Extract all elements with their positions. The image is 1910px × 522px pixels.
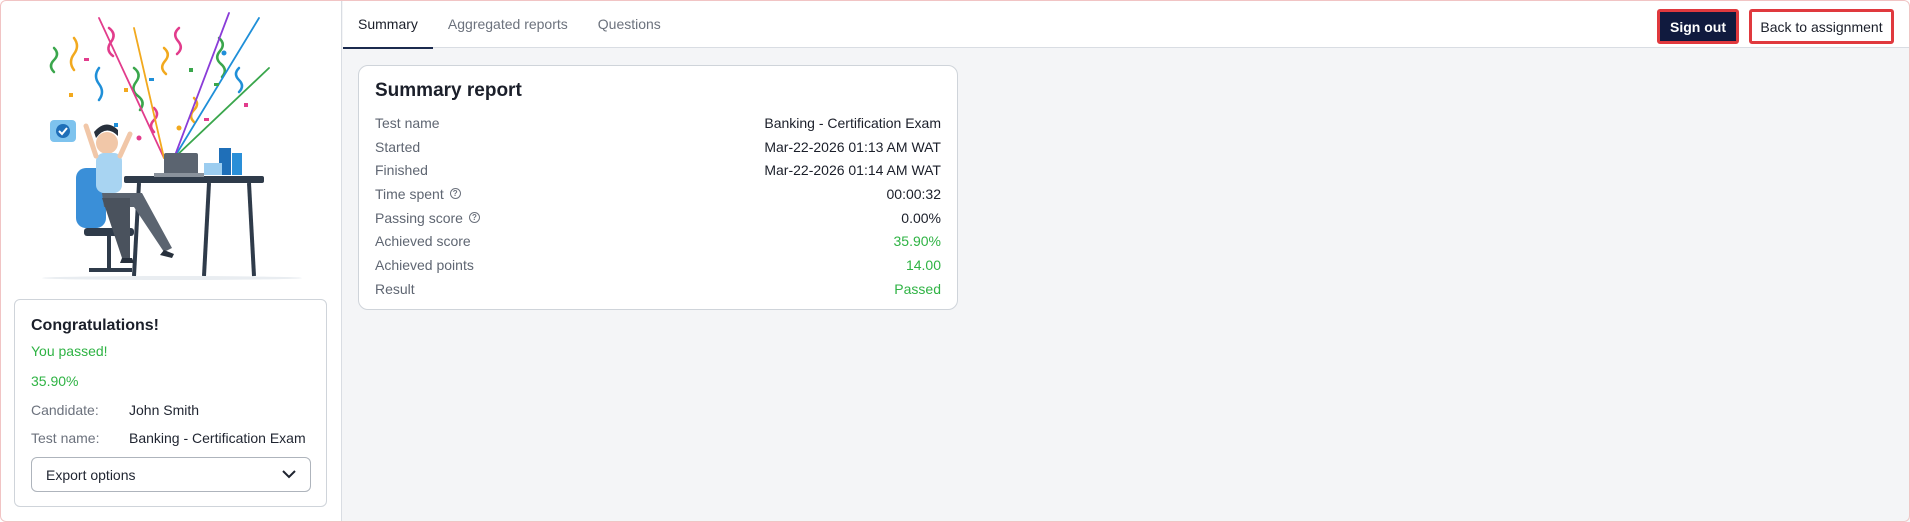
sign-out-button[interactable]: Sign out — [1657, 9, 1739, 44]
row-label: Test name — [375, 114, 440, 131]
candidate-value: John Smith — [129, 402, 200, 418]
summary-row-time-spent: Time spent ? 00:00:32 — [375, 182, 941, 206]
tab-aggregated-reports[interactable]: Aggregated reports — [433, 0, 583, 48]
sidebar: Congratulations! You passed! 35.90% Cand… — [0, 0, 342, 522]
test-name-value: Banking - Certification Exam — [129, 430, 306, 446]
export-options-label: Export options — [46, 466, 136, 483]
test-name-label: Test name: — [31, 430, 100, 446]
row-label-group: Time spent ? — [375, 186, 461, 202]
help-icon[interactable]: ? — [468, 212, 480, 224]
test-name-row: Test name: Banking - Certification Exam — [31, 430, 310, 446]
row-label: Started — [375, 138, 421, 155]
row-label-group: Passing score ? — [375, 210, 480, 226]
report-tabs: Summary Aggregated reports Questions — [343, 0, 676, 49]
row-label: Result — [375, 280, 415, 297]
tab-questions[interactable]: Questions — [583, 0, 676, 48]
row-value: Passed — [894, 280, 941, 297]
row-value: 35.90% — [893, 233, 941, 250]
summary-row-result: Result Passed — [375, 277, 941, 301]
candidate-row: Candidate: John Smith — [31, 402, 310, 418]
row-value: 0.00% — [901, 209, 941, 226]
summary-row-passing-score: Passing score ? 0.00% — [375, 206, 941, 230]
summary-row-achieved-points: Achieved points 14.00 — [375, 253, 941, 277]
congratulations-card: Congratulations! You passed! 35.90% Cand… — [14, 299, 327, 507]
row-label: Achieved points — [375, 256, 474, 273]
help-icon[interactable]: ? — [449, 188, 461, 200]
row-value: Mar-22-2026 01:14 AM WAT — [764, 162, 941, 179]
summary-row-finished: Finished Mar-22-2026 01:14 AM WAT — [375, 158, 941, 182]
chevron-down-icon — [282, 470, 296, 479]
row-label: Achieved score — [375, 233, 471, 250]
row-label: Finished — [375, 162, 428, 179]
row-value: 00:00:32 — [886, 185, 942, 202]
celebration-illustration — [42, 12, 302, 280]
summary-title: Summary report — [375, 80, 522, 101]
candidate-label: Candidate: — [31, 402, 99, 418]
summary-report-card: Summary report Test name Banking - Certi… — [358, 65, 958, 310]
row-label: Passing score — [375, 209, 463, 226]
summary-row-achieved-score: Achieved score 35.90% — [375, 229, 941, 253]
export-options-dropdown[interactable]: Export options — [31, 457, 311, 492]
congrats-title: Congratulations! — [31, 317, 159, 334]
summary-row-test-name: Test name Banking - Certification Exam — [375, 111, 941, 135]
score-value: 35.90% — [31, 373, 79, 389]
row-value: Mar-22-2026 01:13 AM WAT — [764, 138, 941, 155]
tab-summary[interactable]: Summary — [343, 0, 433, 49]
back-to-assignment-button[interactable]: Back to assignment — [1749, 9, 1894, 44]
row-value: 14.00 — [905, 256, 941, 273]
summary-row-started: Started Mar-22-2026 01:13 AM WAT — [375, 135, 941, 159]
row-value: Banking - Certification Exam — [764, 114, 941, 131]
passed-status: You passed! — [31, 343, 108, 359]
row-label: Time spent — [375, 185, 444, 202]
